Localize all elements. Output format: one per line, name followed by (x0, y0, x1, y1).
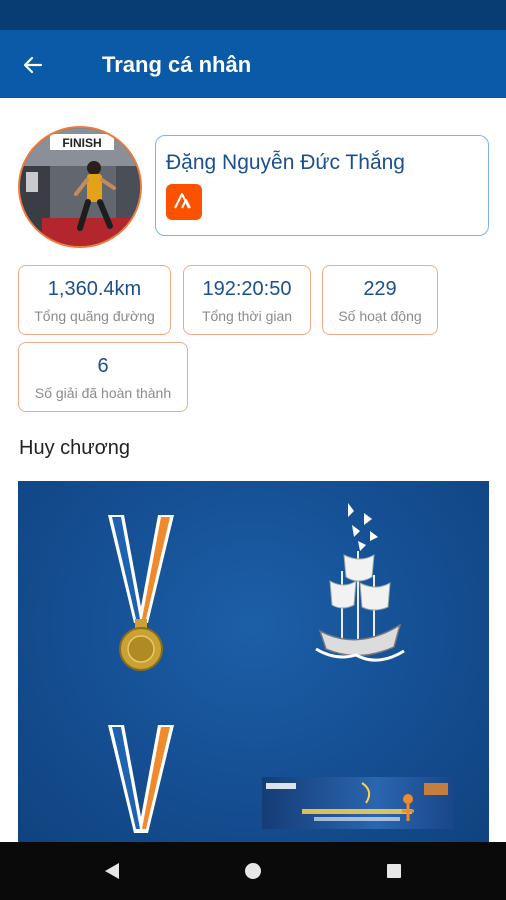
system-nav-bar (0, 842, 506, 900)
stat-label: Số giải đã hoàn thành (34, 385, 172, 401)
stat-label: Tổng quãng đường (34, 308, 155, 324)
circle-home-icon (245, 863, 261, 879)
medal-gallery (18, 481, 489, 843)
stat-value: 6 (97, 355, 109, 377)
medal-icon (108, 515, 174, 671)
avatar[interactable]: FINISH (18, 126, 142, 248)
strava-link-button[interactable] (166, 184, 202, 220)
medal-icon (108, 725, 174, 833)
stat-value: 1,360.4km (47, 278, 142, 300)
stat-races-completed: 6 Số giải đã hoàn thành (18, 342, 188, 412)
strava-icon (174, 193, 191, 209)
medal-item[interactable] (106, 511, 176, 681)
square-recents-icon (387, 864, 401, 878)
stat-total-time: 192:20:50 Tổng thời gian (183, 265, 311, 335)
nav-back-button[interactable] (97, 856, 127, 886)
ship-artwork-icon (315, 503, 405, 662)
user-name: Đặng Nguyễn Đức Thắng (166, 151, 405, 174)
nav-home-button[interactable] (238, 856, 268, 886)
avatar-finish-text: FINISH (62, 136, 101, 150)
stat-total-distance: 1,360.4km Tổng quãng đường (18, 265, 171, 335)
medals-section-title: Huy chương (19, 437, 130, 459)
stat-value: 229 (363, 278, 397, 300)
stat-activity-count: 229 Số hoạt động (322, 265, 438, 335)
medal-item[interactable] (308, 491, 408, 671)
medal-item[interactable] (106, 721, 176, 843)
nav-recents-button[interactable] (379, 856, 409, 886)
page-title: Trang cá nhân (102, 52, 252, 77)
app-bar: Trang cá nhân (0, 30, 506, 98)
stat-label: Tổng thời gian (201, 308, 293, 324)
arrow-left-icon (23, 56, 43, 74)
stat-value: 192:20:50 (202, 278, 292, 300)
stat-label: Số hoạt động (338, 308, 422, 324)
status-bar (0, 0, 506, 30)
triangle-back-icon (105, 863, 119, 879)
back-button[interactable] (18, 50, 48, 80)
event-banner-image[interactable] (262, 777, 454, 829)
profile-card: Đặng Nguyễn Đức Thắng (155, 135, 489, 236)
